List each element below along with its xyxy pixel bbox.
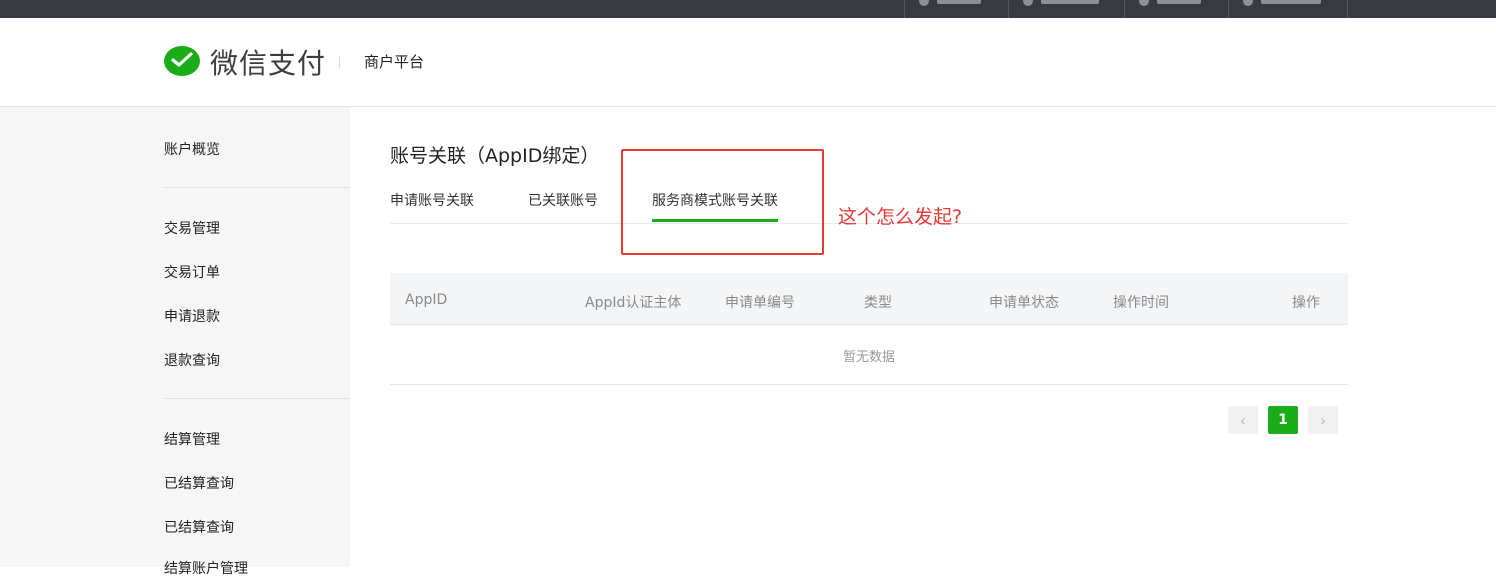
topbar-item-label: [1041, 0, 1099, 4]
table-header: AppID AppId认证主体 申请单编号 类型 申请单状态 操作时间 操作: [390, 273, 1348, 325]
topbar-item[interactable]: [904, 0, 1008, 18]
tab-associated-accounts[interactable]: 已关联账号: [528, 190, 598, 210]
topbar-item-label: [937, 0, 981, 4]
table-body: 暂无数据: [390, 325, 1348, 385]
sidebar-item-settled-query[interactable]: 已结算查询: [164, 473, 234, 493]
annotation-text: 这个怎么发起?: [838, 206, 963, 228]
pagination-next-button[interactable]: ›: [1308, 406, 1338, 434]
sidebar-item-account-overview[interactable]: 账户概览: [164, 139, 220, 159]
sidebar-section-transactions[interactable]: 交易管理: [164, 218, 220, 238]
tab-apply-association[interactable]: 申请账号关联: [390, 190, 474, 210]
column-header-appid: AppID: [405, 292, 448, 308]
empty-state-text: 暂无数据: [842, 350, 895, 365]
sidebar: [0, 107, 350, 567]
column-header-appid-entity: AppId认证主体: [585, 295, 682, 311]
wechat-pay-logo-icon[interactable]: [164, 45, 200, 79]
page-title: 账号关联（AppID绑定）: [390, 145, 600, 167]
topbar-item[interactable]: [1008, 0, 1124, 18]
sidebar-item-apply-refund[interactable]: 申请退款: [164, 306, 220, 326]
column-header-status: 申请单状态: [989, 295, 1059, 311]
pagination-current-page[interactable]: 1: [1268, 406, 1298, 434]
platform-name: 商户平台: [364, 53, 425, 71]
service-icon: [1023, 0, 1033, 6]
site-header: 微信支付 商户平台: [0, 18, 1496, 107]
topbar-item-label: [1157, 0, 1201, 4]
pagination-prev-button[interactable]: ‹: [1228, 406, 1258, 434]
sidebar-divider: [164, 187, 350, 188]
help-icon: [1139, 0, 1149, 6]
sidebar-item-settlement-account[interactable]: 结算账户管理: [164, 558, 248, 578]
sidebar-item-refund-query[interactable]: 退款查询: [164, 350, 220, 370]
annotation-highlight-box: [621, 149, 824, 255]
sidebar-divider: [164, 398, 350, 399]
column-header-action: 操作: [1292, 295, 1320, 311]
sidebar-item-settled-query-2[interactable]: 已结算查询: [164, 517, 234, 537]
sidebar-item-transaction-orders[interactable]: 交易订单: [164, 262, 220, 282]
topbar-account-menu[interactable]: [1228, 0, 1348, 18]
message-icon: [919, 0, 929, 6]
topbar-item-label: [1261, 0, 1321, 4]
topbar-item[interactable]: [1124, 0, 1228, 18]
column-header-operation-time: 操作时间: [1113, 295, 1169, 311]
top-bar: [0, 0, 1496, 18]
sidebar-section-settlement[interactable]: 结算管理: [164, 429, 220, 449]
column-header-type: 类型: [864, 295, 892, 311]
account-icon: [1243, 0, 1253, 6]
column-header-application-number: 申请单编号: [725, 295, 795, 311]
brand-name[interactable]: 微信支付: [210, 42, 326, 82]
header-divider: [339, 56, 340, 68]
